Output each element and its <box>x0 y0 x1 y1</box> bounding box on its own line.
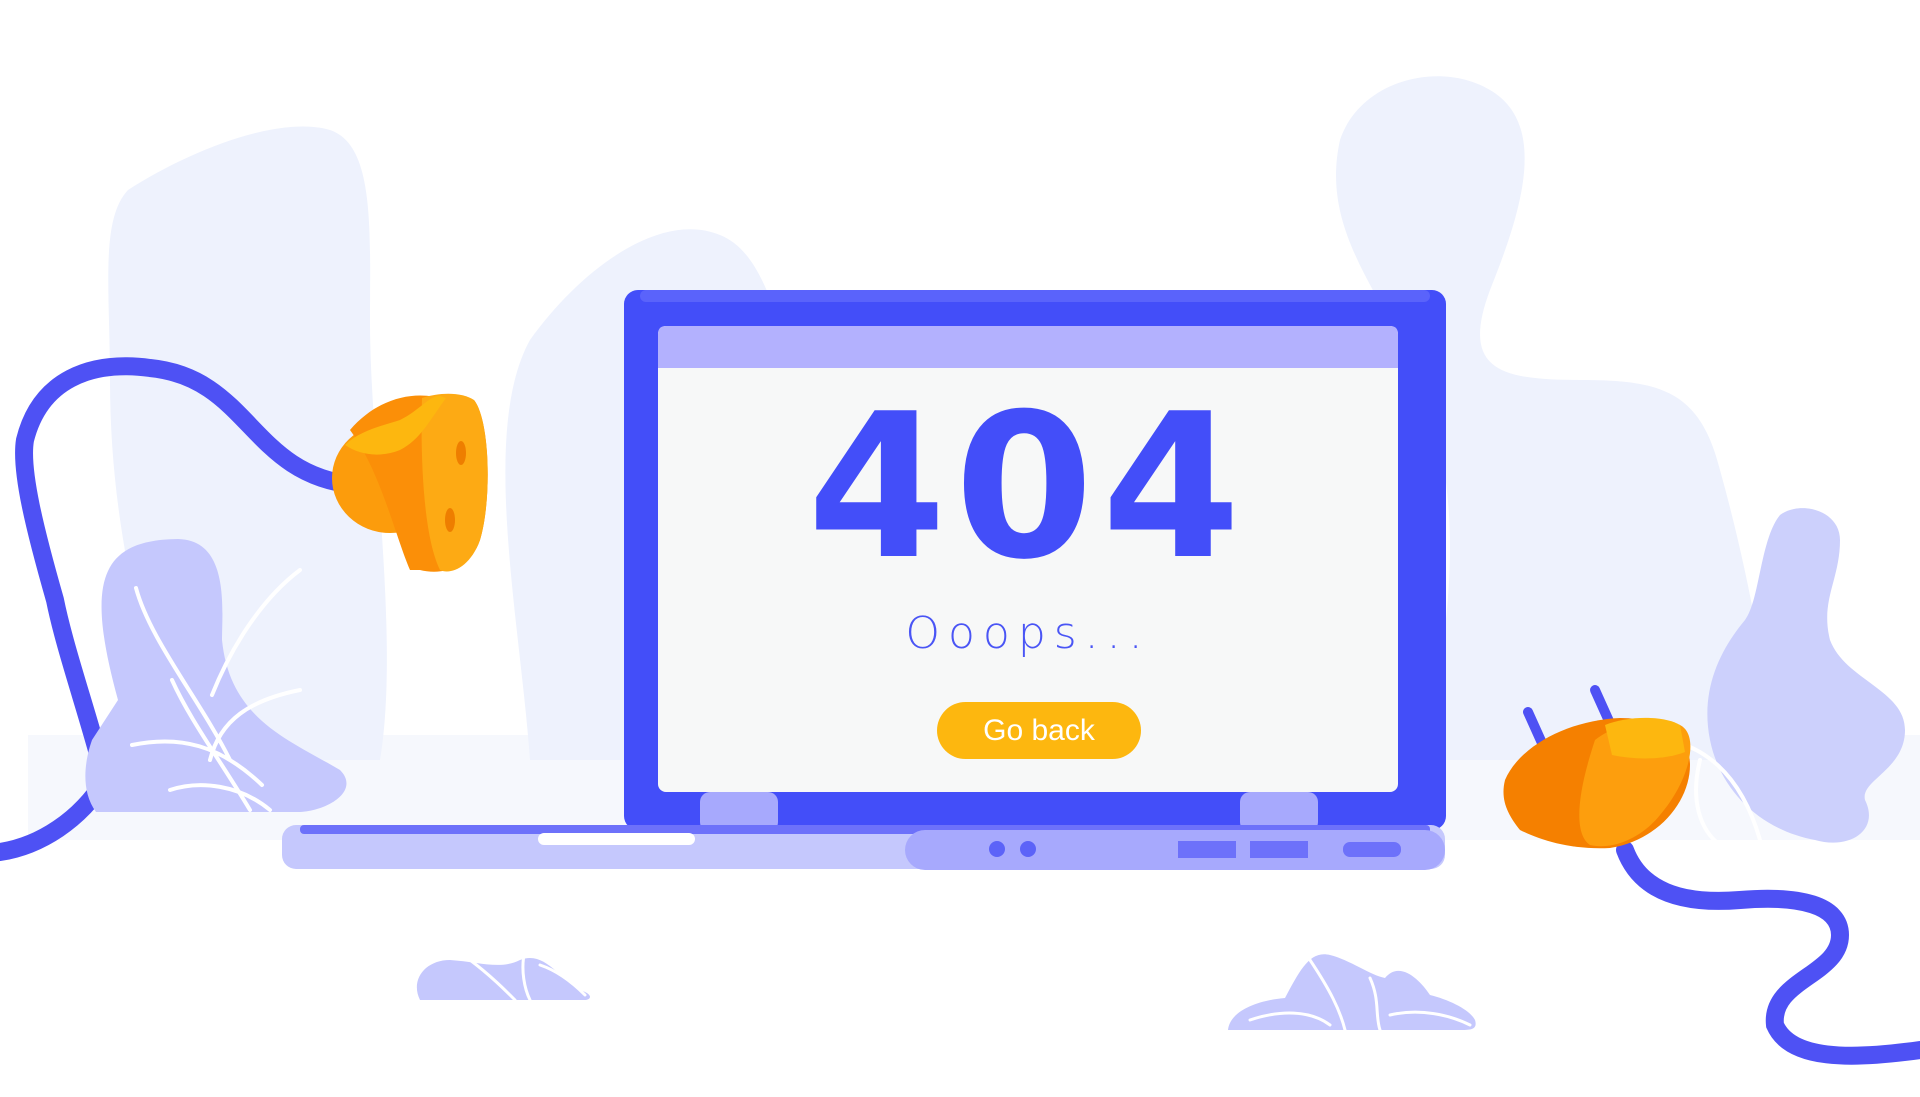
error-code: 404 <box>807 371 1249 604</box>
right-cable <box>1616 841 1920 1065</box>
error-panel: 404 Ooops... Go back <box>659 368 1397 804</box>
error-message: Ooops... <box>905 608 1151 659</box>
go-back-button[interactable]: Go back <box>937 702 1141 759</box>
plant-icon <box>1228 954 1476 1032</box>
plant-icon <box>416 948 590 1002</box>
